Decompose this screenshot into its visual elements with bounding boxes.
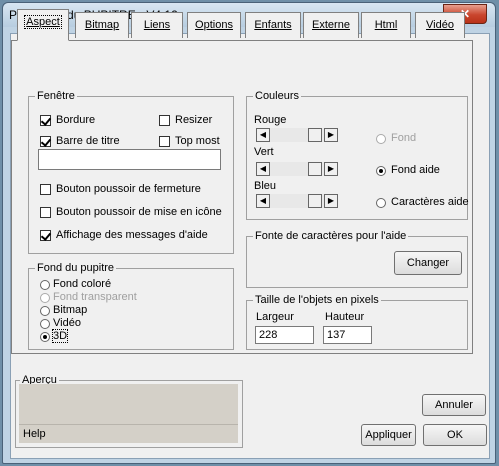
top-most-label: Top most xyxy=(175,135,220,147)
largeur-input[interactable]: 228 xyxy=(255,326,314,344)
tab-enfants[interactable]: Enfants xyxy=(245,12,301,38)
bouton-icone-label: Bouton poussoir de mise en icône xyxy=(56,206,222,218)
tab-label: Vidéo xyxy=(426,19,454,31)
scroll-thumb[interactable] xyxy=(308,128,322,142)
bouton-fermeture-label: Bouton poussoir de fermeture xyxy=(56,183,201,195)
fond-colore-label: Fond coloré xyxy=(53,278,112,290)
bleu-label: Bleu xyxy=(254,180,277,192)
rouge-scrollbar[interactable]: ◀ ▶ xyxy=(256,128,338,142)
tab-label: Aspect xyxy=(24,15,62,29)
hauteur-input[interactable]: 137 xyxy=(323,326,372,344)
ok-button[interactable]: OK xyxy=(423,424,487,446)
group-label: Couleurs xyxy=(253,90,302,102)
scroll-thumb[interactable] xyxy=(308,162,322,176)
top-most-checkbox[interactable] xyxy=(159,136,170,147)
bitmap-radio[interactable] xyxy=(40,306,50,316)
fond-aide-label: Fond aide xyxy=(391,164,440,176)
vert-label: Vert xyxy=(254,146,274,158)
fond-aide-radio[interactable] xyxy=(376,166,386,176)
scroll-left-icon[interactable]: ◀ xyxy=(256,128,270,142)
resizer-label: Resizer xyxy=(175,114,213,126)
resizer-checkbox[interactable] xyxy=(159,115,170,126)
tab-label: Enfants xyxy=(254,19,292,31)
group-label: Fenêtre xyxy=(35,90,77,102)
scroll-left-icon[interactable]: ◀ xyxy=(256,162,270,176)
tab-label: Html xyxy=(374,19,398,31)
tab-video[interactable]: Vidéo xyxy=(415,12,465,38)
tab-label: Liens xyxy=(143,19,171,31)
fond-color-radio[interactable] xyxy=(376,134,386,144)
tab-externe[interactable]: Externe xyxy=(303,12,359,38)
group-label: Fonte de caractères pour l'aide xyxy=(253,230,409,242)
tab-label: Externe xyxy=(312,19,350,31)
changer-button[interactable]: Changer xyxy=(394,251,462,275)
bordure-checkbox[interactable] xyxy=(40,115,51,126)
fond-transparent-radio[interactable] xyxy=(40,293,50,303)
bleu-scrollbar[interactable]: ◀ ▶ xyxy=(256,194,338,208)
group-label: Fond du pupitre xyxy=(35,262,117,274)
barre-titre-checkbox[interactable] xyxy=(40,136,51,147)
tab-bitmap[interactable]: Bitmap xyxy=(75,12,129,38)
group-label: Taille de l'objets en pixels xyxy=(253,294,381,306)
affichage-aide-checkbox[interactable] xyxy=(40,230,51,241)
tab-label: Options xyxy=(195,19,233,31)
hauteur-label: Hauteur xyxy=(325,311,365,323)
fond-color-label: Fond xyxy=(391,132,417,144)
tab-options[interactable]: Options xyxy=(187,12,241,38)
rouge-label: Rouge xyxy=(254,114,287,126)
bordure-label: Bordure xyxy=(56,114,96,126)
annuler-button[interactable]: Annuler xyxy=(422,394,486,416)
scroll-thumb[interactable] xyxy=(308,194,322,208)
appliquer-button[interactable]: Appliquer xyxy=(361,424,416,446)
3d-label: 3D xyxy=(51,329,69,343)
scroll-right-icon[interactable]: ▶ xyxy=(324,128,338,142)
tab-label: Bitmap xyxy=(84,19,120,31)
scroll-right-icon[interactable]: ▶ xyxy=(324,162,338,176)
bouton-fermeture-checkbox[interactable] xyxy=(40,184,51,195)
bouton-icone-checkbox[interactable] xyxy=(40,207,51,218)
tab-aspect[interactable]: Aspect xyxy=(17,9,69,41)
video-label: Vidéo xyxy=(53,317,81,329)
caracteres-aide-radio[interactable] xyxy=(376,198,386,208)
barre-titre-label: Barre de titre xyxy=(56,135,120,147)
bitmap-label: Bitmap xyxy=(53,304,88,316)
vert-scrollbar[interactable]: ◀ ▶ xyxy=(256,162,338,176)
affichage-aide-label: Affichage des messages d'aide xyxy=(56,229,208,241)
tab-html[interactable]: Html xyxy=(361,12,411,38)
titre-input[interactable] xyxy=(38,149,221,170)
fond-colore-radio[interactable] xyxy=(40,280,50,290)
video-radio[interactable] xyxy=(40,319,50,329)
largeur-label: Largeur xyxy=(256,311,294,323)
scroll-right-icon[interactable]: ▶ xyxy=(324,194,338,208)
help-text: Help xyxy=(19,424,238,443)
scroll-left-icon[interactable]: ◀ xyxy=(256,194,270,208)
caracteres-aide-label: Caractères aide xyxy=(391,196,469,208)
3d-radio[interactable] xyxy=(40,332,50,342)
apercu-preview xyxy=(19,384,238,424)
fond-transparent-label: Fond transparent xyxy=(53,291,137,303)
tab-liens[interactable]: Liens xyxy=(131,12,183,38)
